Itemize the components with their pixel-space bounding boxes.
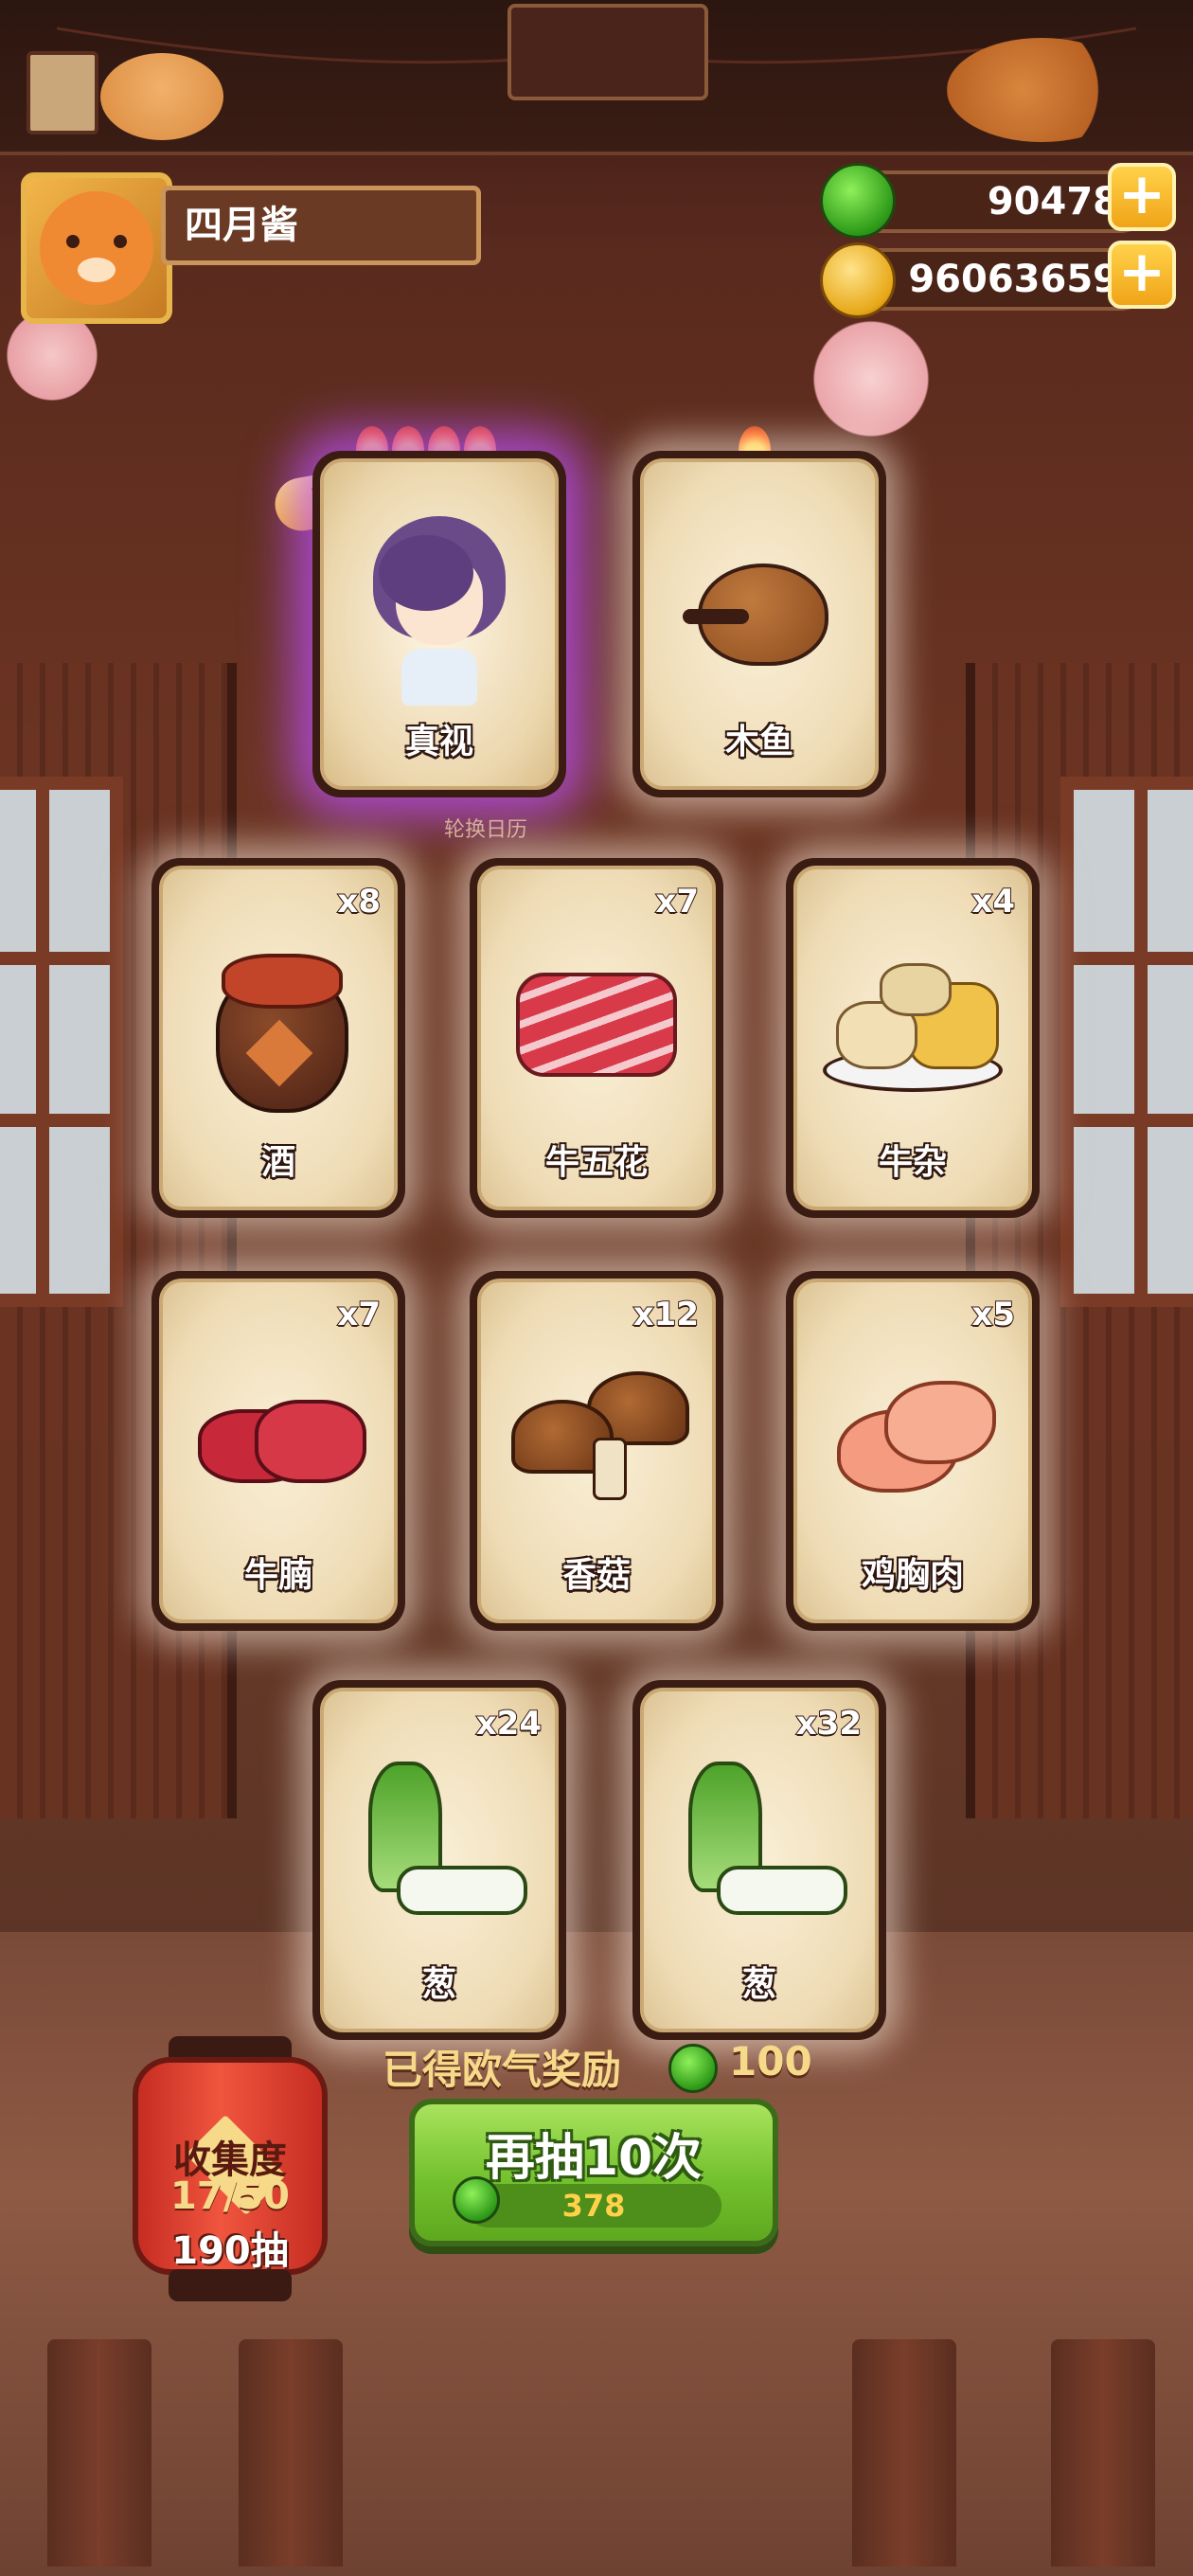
gold-coin-icon [820, 242, 896, 318]
card-name: 酒 [260, 1143, 295, 1182]
card-name: 牛五花 [544, 1143, 648, 1182]
fence-post [47, 2339, 151, 2567]
add-coins-button[interactable]: + [1108, 241, 1176, 309]
top-center-scroll-icon [507, 4, 708, 100]
card-name: 木鱼 [724, 723, 793, 761]
green-jade-icon [668, 2044, 718, 2093]
left-window-lattice [0, 777, 123, 1307]
lantern-base [169, 2269, 292, 2301]
fence-post [852, 2339, 956, 2567]
tiger-avatar-icon [40, 191, 153, 305]
right-window-lattice [1060, 777, 1193, 1307]
green-jade-icon [453, 2176, 500, 2224]
card-name: 鸡胸肉 [861, 1556, 964, 1595]
collection-pulls: 190抽 [171, 2229, 289, 2273]
card-zhenshi[interactable]: 真视 [312, 451, 566, 797]
wine-jar-icon [203, 944, 354, 1113]
collection-lantern[interactable]: 收集度 17/50 190抽 [133, 2036, 328, 2301]
card-name: 葱 [421, 1965, 456, 2004]
girl-character-icon [364, 516, 515, 707]
rotation-calendar-label: 轮换日历 [443, 818, 527, 842]
card-quantity: x5 [970, 1295, 1016, 1334]
draw-cost: 378 [466, 2184, 721, 2227]
green-jade-icon [820, 163, 896, 239]
player-avatar[interactable] [21, 172, 172, 324]
card-name: 真视 [404, 723, 473, 761]
card-jiu[interactable]: x8 酒 [151, 858, 405, 1218]
card-name: 牛腩 [243, 1556, 312, 1595]
blossom-right-icon [805, 313, 937, 445]
chicken-breast-icon [837, 1380, 996, 1494]
card-cong-2[interactable]: x32 葱 [632, 1680, 886, 2040]
card-quantity: x7 [336, 1295, 382, 1334]
shiitake-icon [511, 1370, 689, 1504]
draw-again-button[interactable]: 再抽10次 378 [409, 2099, 778, 2246]
card-niunan[interactable]: x7 牛腩 [151, 1271, 405, 1631]
card-niuwuhua[interactable]: x7 牛五花 [470, 858, 723, 1218]
card-xianggu[interactable]: x12 香菇 [470, 1271, 723, 1631]
card-quantity: x32 [795, 1704, 863, 1744]
green-onion-icon [359, 1761, 527, 1932]
fence-post [1051, 2339, 1155, 2567]
card-niuza[interactable]: x4 牛杂 [786, 858, 1040, 1218]
card-quantity: x8 [336, 882, 382, 921]
beef-brisket-icon [198, 1390, 366, 1485]
add-jade-button[interactable]: + [1108, 163, 1176, 231]
card-quantity: x24 [475, 1704, 543, 1744]
luck-reward-amount: 100 [729, 2038, 812, 2084]
fence-post [239, 2339, 343, 2567]
card-cong-1[interactable]: x24 葱 [312, 1680, 566, 2040]
jade-amount: 90478 [987, 180, 1119, 224]
collection-progress: 17/50 [170, 2174, 290, 2218]
lantern-body: 收集度 17/50 190抽 [133, 2057, 328, 2275]
wooden-fish-icon [683, 554, 830, 668]
beef-belly-icon [516, 972, 677, 1077]
green-onion-icon [679, 1761, 847, 1932]
card-name: 香菇 [561, 1556, 631, 1595]
luck-reward-label: 已得欧气奖励 [383, 2047, 622, 2093]
player-name: 四月酱 [161, 186, 481, 265]
chef-mascots-icon [947, 38, 1136, 142]
card-muyu[interactable]: 木鱼 [632, 451, 886, 797]
card-quantity: x7 [654, 882, 700, 921]
cat-mascot-icon [100, 53, 223, 140]
hanging-sign-icon [27, 51, 98, 134]
coin-amount: 96063659 [908, 258, 1119, 301]
beef-offal-plate-icon [823, 954, 1003, 1096]
card-jixiongrou[interactable]: x5 鸡胸肉 [786, 1271, 1040, 1631]
card-name: 葱 [741, 1965, 776, 2004]
card-name: 牛杂 [878, 1143, 947, 1182]
card-quantity: x12 [632, 1295, 700, 1334]
card-quantity: x4 [970, 882, 1016, 921]
